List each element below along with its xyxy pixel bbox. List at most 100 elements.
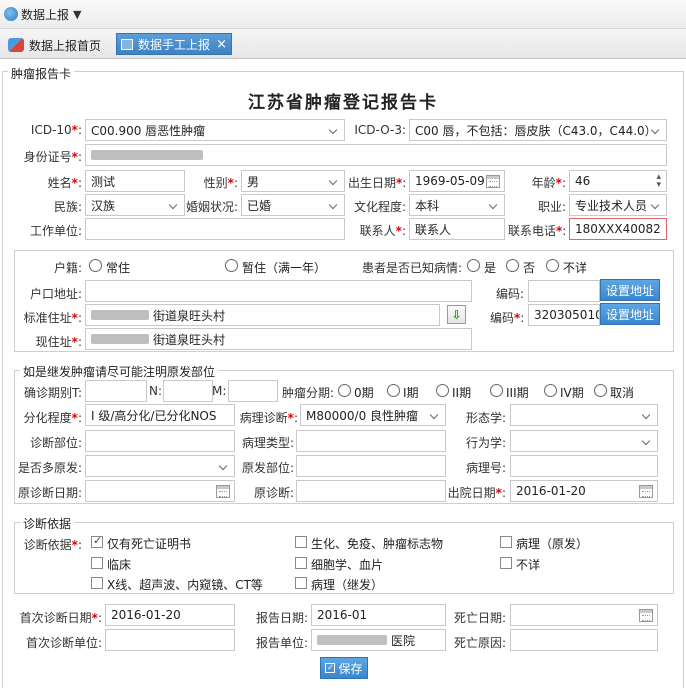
close-icon[interactable]: ×: [216, 37, 227, 52]
primary-site-input[interactable]: [296, 455, 446, 477]
pathology-number-input[interactable]: [510, 455, 658, 477]
stage-n-input[interactable]: [163, 380, 213, 402]
calendar-icon[interactable]: [216, 485, 230, 498]
tab-bar: [0, 29, 686, 59]
contact-input[interactable]: 联系人: [409, 218, 505, 240]
original-diagnosis-input[interactable]: [296, 480, 446, 502]
aware-option-no: 否: [523, 261, 536, 275]
death-cause-input[interactable]: [510, 629, 658, 651]
sex-select[interactable]: 男: [241, 170, 345, 192]
hukou-code-input[interactable]: [528, 280, 600, 302]
death-date-input[interactable]: [510, 604, 658, 626]
stage-option-4: IV期: [560, 386, 584, 400]
report-card-legend: 肿瘤报告卡: [8, 65, 75, 82]
calendar-icon[interactable]: [639, 609, 653, 622]
workunit-input[interactable]: [85, 218, 345, 240]
current-address-input[interactable]: 街道泉旺头村: [85, 328, 472, 350]
marriage-select[interactable]: 已婚: [241, 194, 345, 216]
aware-radio-no[interactable]: [506, 259, 519, 272]
aware-radio-yes[interactable]: [467, 259, 480, 272]
set-standard-address-button[interactable]: 设置地址: [600, 303, 660, 325]
current-address-label: 现住址*:: [35, 335, 82, 349]
stage-radio-4[interactable]: [544, 384, 557, 397]
stage-radio-3[interactable]: [490, 384, 503, 397]
stage-m-input[interactable]: [228, 380, 278, 402]
standard-code-input[interactable]: 3203050101: [528, 304, 600, 326]
redacted-report-unit: [317, 635, 387, 645]
download-arrow-icon[interactable]: ⇩: [447, 305, 466, 324]
form-icon: [121, 38, 133, 50]
morphology-select[interactable]: [510, 404, 658, 426]
stage-option-cancel: 取消: [610, 386, 635, 400]
education-select[interactable]: 本科: [409, 194, 505, 216]
aware-radio-unknown[interactable]: [546, 259, 559, 272]
grade-label: 分化程度*:: [23, 411, 82, 425]
first-diagnosis-unit-input[interactable]: [105, 629, 235, 651]
job-select[interactable]: 专业技术人员: [569, 194, 667, 216]
stage-radio-1[interactable]: [387, 384, 400, 397]
data-report-menu[interactable]: 数据上报 ▼: [21, 6, 81, 23]
aware-label: 患者是否已知病情:: [361, 261, 462, 275]
basis-checkbox-biochem[interactable]: [295, 536, 307, 548]
pathology-label: 病理诊断*:: [239, 411, 298, 425]
redacted-id: [91, 150, 203, 160]
basis-checkbox-unknown[interactable]: [500, 557, 512, 569]
birth-date-input[interactable]: 1969-05-09: [409, 170, 505, 192]
household-radio-temporary[interactable]: [225, 259, 238, 272]
grade-select[interactable]: I 级/高分化/已分化NOS: [85, 404, 235, 426]
stage-n-label: N:: [148, 384, 162, 398]
id-number-input[interactable]: [85, 144, 667, 166]
icdo3-select[interactable]: C00 唇，不包括：唇皮肤（C43.0，C44.0）: [409, 119, 667, 141]
basis-checkbox-pathology-primary[interactable]: [500, 536, 512, 548]
calendar-icon[interactable]: [639, 485, 653, 498]
icd10-select[interactable]: C00.900 唇恶性肿瘤: [85, 119, 345, 141]
basis-option-pathology-primary: 病理（原发）: [516, 537, 589, 551]
report-date-input[interactable]: 2016-01: [311, 604, 446, 626]
behavior-select[interactable]: [510, 430, 658, 452]
set-hukou-address-button[interactable]: 设置地址: [600, 279, 660, 301]
basis-option-cytology: 细胞学、血片: [311, 558, 384, 572]
original-diagnosis-date-input[interactable]: [85, 480, 235, 502]
nation-select[interactable]: 汉族: [85, 194, 185, 216]
age-stepper[interactable]: 46: [569, 170, 667, 192]
basis-checkbox-death-certificate[interactable]: [91, 534, 103, 548]
pathology-type-input[interactable]: [296, 430, 446, 452]
first-diagnosis-date-label: 首次诊断日期*:: [19, 611, 102, 625]
calendar-icon[interactable]: [486, 175, 500, 188]
stage-radio-cancel[interactable]: [594, 384, 607, 397]
basis-checkbox-cytology[interactable]: [295, 557, 307, 569]
contact-label: 联系人*:: [359, 224, 406, 238]
household-option-temporary: 暂住（满一年）: [242, 261, 327, 275]
phone-input[interactable]: 180XXX40082: [569, 218, 667, 240]
standard-address-input[interactable]: 街道泉旺头村: [85, 304, 440, 326]
multiple-primary-select[interactable]: [85, 455, 235, 477]
save-button[interactable]: ✓ 保存: [320, 657, 368, 679]
stage-t-input[interactable]: [85, 380, 147, 402]
basis-option-death-certificate: 仅有死亡证明书: [107, 537, 192, 551]
tab-manual-report[interactable]: 数据手工上报 ×: [116, 33, 232, 55]
home-icon: [8, 38, 24, 52]
name-label: 姓名*:: [47, 176, 82, 190]
basis-legend: 诊断依据: [20, 515, 75, 532]
discharge-date-input[interactable]: 2016-01-20: [510, 480, 658, 502]
basis-checkbox-pathology-secondary[interactable]: [295, 577, 307, 589]
morphology-label: 形态学:: [465, 411, 506, 425]
first-diagnosis-date-input[interactable]: 2016-01-20: [105, 604, 235, 626]
stage-radio-0[interactable]: [338, 384, 351, 397]
stage-radio-2[interactable]: [436, 384, 449, 397]
report-unit-input[interactable]: 医院: [311, 629, 446, 651]
age-label: 年龄*:: [531, 176, 566, 190]
household-radio-resident[interactable]: [89, 259, 102, 272]
tab-home[interactable]: 数据上报首页: [8, 35, 101, 55]
basis-checkbox-imaging[interactable]: [91, 577, 103, 589]
standard-code-label: 编码*:: [490, 311, 525, 325]
discharge-date-label: 出院日期*:: [447, 486, 506, 500]
death-cause-label: 死亡原因:: [453, 636, 506, 650]
education-label: 文化程度:: [353, 200, 406, 214]
name-input[interactable]: 测试: [85, 170, 185, 192]
basis-option-pathology-secondary: 病理（继发）: [311, 578, 384, 592]
basis-checkbox-clinical[interactable]: [91, 557, 103, 569]
diagnosis-site-input[interactable]: [85, 430, 235, 452]
pathology-select[interactable]: M80000/0 良性肿瘤: [300, 404, 446, 426]
hukou-address-input[interactable]: [85, 280, 472, 302]
